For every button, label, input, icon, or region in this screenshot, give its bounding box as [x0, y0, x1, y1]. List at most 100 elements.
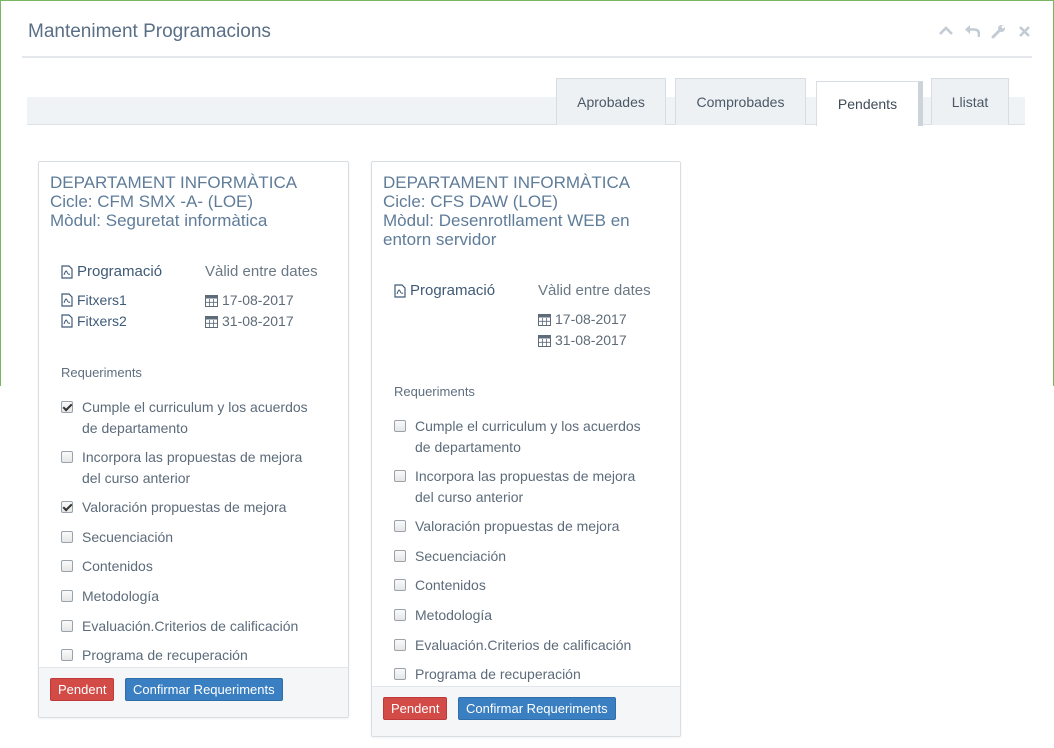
- requirement-checkbox[interactable]: [394, 639, 406, 651]
- requirement-label: Evaluación.Criterios de calificación: [415, 637, 632, 653]
- requirement-item: Incorpora las propuestas de mejora del cu…: [61, 447, 302, 489]
- requirement-item: Contenidos: [394, 575, 486, 596]
- widget-box: Manteniment Programacions Aprobades Comp…: [2, 2, 1052, 746]
- requirement-item: Programa de recuperación: [394, 664, 581, 685]
- requeriments-title: Requeriments: [394, 384, 475, 399]
- requirement-label: Incorpora las propuestas de mejora del cu…: [415, 468, 636, 505]
- date-item: 31-08-2017: [205, 313, 294, 329]
- requirement-checkbox[interactable]: [61, 501, 73, 513]
- requirement-item: Programa de recuperación: [61, 645, 248, 666]
- file-name: Fitxers2: [77, 313, 127, 329]
- widget-toolbar: [938, 22, 1032, 40]
- programacio-label: Programació: [410, 282, 496, 299]
- requirement-item: Metodología: [394, 605, 492, 626]
- requirement-item: Metodología: [61, 586, 159, 607]
- date-item: 31-08-2017: [538, 332, 627, 348]
- requirement-label: Cumple el curriculum y los acuerdos de de…: [415, 418, 641, 455]
- requirement-checkbox[interactable]: [394, 420, 406, 432]
- requirement-checkbox[interactable]: [394, 550, 406, 562]
- requirement-label: Metodología: [415, 607, 493, 623]
- date-value: 31-08-2017: [555, 332, 627, 348]
- requirement-checkbox[interactable]: [61, 531, 73, 543]
- widget-header: Manteniment Programacions: [22, 2, 1032, 58]
- requirement-label: Secuenciación: [82, 529, 174, 545]
- close-icon[interactable]: [1016, 22, 1032, 40]
- requirement-item: Evaluación.Criterios de calificación: [394, 635, 631, 656]
- programacio-card: DEPARTAMENT INFORMÀTICA Cicle: CFM SMX -…: [38, 161, 349, 718]
- wrench-icon[interactable]: [990, 22, 1006, 40]
- confirm-requirements-button[interactable]: Confirmar Requeriments: [125, 678, 283, 701]
- requirement-checkbox[interactable]: [394, 668, 406, 680]
- programacio-card: DEPARTAMENT INFORMÀTICA Cicle: CFS DAW (…: [371, 161, 681, 737]
- calendar-icon: [205, 315, 218, 328]
- undo-icon[interactable]: [964, 22, 980, 40]
- requirement-label: Programa de recuperación: [415, 666, 581, 682]
- card-cicle: Cicle: CFS DAW (LOE): [383, 192, 559, 211]
- requirement-label: Metodología: [82, 588, 160, 604]
- requirement-item: Secuenciación: [61, 527, 173, 548]
- tab-llistat[interactable]: Llistat: [931, 78, 1009, 125]
- requirement-checkbox[interactable]: [394, 579, 406, 591]
- file-link[interactable]: Fitxers2: [61, 313, 127, 329]
- pendent-button[interactable]: Pendent: [50, 678, 115, 701]
- tab-pendents[interactable]: Pendents: [816, 81, 923, 126]
- card-modul-continued: entorn servidor: [383, 230, 497, 249]
- pendent-button[interactable]: Pendent: [383, 697, 448, 720]
- date-value: 17-08-2017: [555, 311, 627, 327]
- file-name: Fitxers1: [77, 292, 127, 308]
- valid-dates-header: Vàlid entre dates: [205, 263, 318, 280]
- requirement-item: Valoración propuestas de mejora: [394, 516, 619, 537]
- requirement-item: Valoración propuestas de mejora: [61, 497, 286, 518]
- card-footer: Pendent Confirmar Requeriments: [372, 686, 680, 736]
- file-pdf-icon: [61, 293, 73, 307]
- requirement-checkbox[interactable]: [394, 609, 406, 621]
- date-item: 17-08-2017: [205, 292, 294, 308]
- confirm-requirements-button[interactable]: Confirmar Requeriments: [458, 697, 616, 720]
- date-item: 17-08-2017: [538, 311, 627, 327]
- programacio-header[interactable]: Programació: [394, 282, 495, 299]
- requirement-label: Valoración propuestas de mejora: [82, 499, 287, 515]
- requirement-label: Programa de recuperación: [82, 647, 248, 663]
- requirement-checkbox[interactable]: [61, 649, 73, 661]
- programacio-header[interactable]: Programació: [61, 263, 162, 280]
- card-heading: DEPARTAMENT INFORMÀTICA Cicle: CFM SMX -…: [50, 173, 297, 230]
- card-department: DEPARTAMENT INFORMÀTICA: [383, 173, 631, 192]
- requirement-item: Incorpora las propuestas de mejora del cu…: [394, 466, 635, 508]
- requirement-checkbox[interactable]: [61, 451, 73, 463]
- requirement-label: Incorpora las propuestas de mejora del cu…: [82, 449, 303, 486]
- card-modul: Mòdul: Desenrotllament WEB en: [383, 211, 630, 230]
- date-value: 17-08-2017: [222, 292, 294, 308]
- requirement-checkbox[interactable]: [394, 520, 406, 532]
- page-title: Manteniment Programacions: [28, 21, 271, 42]
- card-heading: DEPARTAMENT INFORMÀTICA Cicle: CFS DAW (…: [383, 173, 630, 249]
- calendar-icon: [205, 294, 218, 307]
- requirement-label: Evaluación.Criterios de calificación: [82, 618, 299, 634]
- requirement-label: Valoración propuestas de mejora: [415, 518, 620, 534]
- valid-dates-header: Vàlid entre dates: [538, 282, 651, 299]
- chevron-up-icon[interactable]: [938, 22, 954, 40]
- card-department: DEPARTAMENT INFORMÀTICA: [50, 173, 298, 192]
- requirement-item: Cumple el curriculum y los acuerdos de de…: [394, 416, 641, 458]
- card-modul: Mòdul: Seguretat informàtica: [50, 211, 268, 230]
- requirement-checkbox[interactable]: [61, 401, 73, 413]
- card-cicle: Cicle: CFM SMX -A- (LOE): [50, 192, 254, 211]
- requirement-checkbox[interactable]: [61, 590, 73, 602]
- card-footer: Pendent Confirmar Requeriments: [39, 667, 348, 717]
- requirement-item: Cumple el curriculum y los acuerdos de de…: [61, 397, 308, 439]
- requirement-label: Contenidos: [82, 558, 153, 574]
- requirement-label: Cumple el curriculum y los acuerdos de de…: [82, 399, 308, 436]
- requeriments-title: Requeriments: [61, 365, 142, 380]
- requirement-checkbox[interactable]: [61, 620, 73, 632]
- requirement-item: Evaluación.Criterios de calificación: [61, 616, 298, 637]
- tab-comprobades[interactable]: Comprobades: [675, 78, 806, 125]
- calendar-icon: [538, 334, 551, 347]
- requirement-label: Secuenciación: [415, 548, 507, 564]
- calendar-icon: [538, 313, 551, 326]
- file-pdf-icon: [394, 283, 406, 298]
- tab-aprobades[interactable]: Aprobades: [556, 78, 666, 125]
- file-pdf-icon: [61, 264, 73, 279]
- file-link[interactable]: Fitxers1: [61, 292, 127, 308]
- requirement-checkbox[interactable]: [394, 470, 406, 482]
- date-value: 31-08-2017: [222, 313, 294, 329]
- requirement-checkbox[interactable]: [61, 560, 73, 572]
